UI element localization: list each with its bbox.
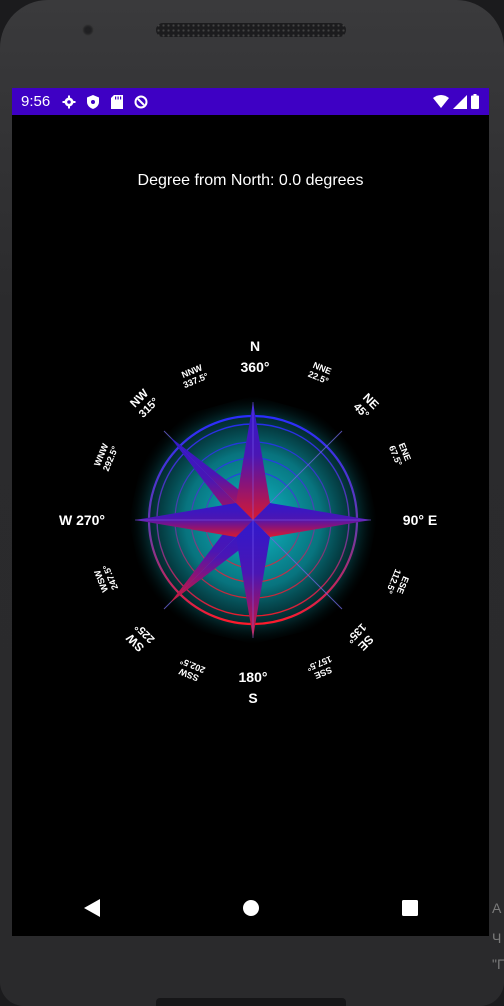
label-n-deg: 360°: [241, 359, 270, 375]
gear-icon: [62, 95, 76, 109]
side-text-3: "Г: [492, 956, 504, 972]
screen: 9:56 Degree from North: 0.0 degrees N 36…: [12, 88, 489, 936]
compass-dial: N 360° 180° S 90° E W 270° NE 45° NW 315…: [59, 338, 437, 706]
home-button[interactable]: [227, 884, 275, 932]
heading-degree-text: Degree from North: 0.0 degrees: [137, 172, 364, 189]
side-text-2: Ч: [492, 930, 502, 946]
signal-icon: [453, 94, 467, 113]
battery-icon: [471, 94, 479, 113]
back-button[interactable]: [68, 884, 116, 932]
label-s: S: [248, 690, 257, 706]
earpiece-speaker: [156, 23, 346, 37]
sync-icon: [134, 95, 148, 109]
back-icon: [83, 899, 100, 917]
status-time: 9:56: [21, 93, 51, 110]
label-w: W 270°: [59, 512, 105, 528]
wifi-icon: [433, 94, 449, 113]
front-camera: [82, 24, 94, 36]
sd-card-icon: [110, 94, 124, 109]
status-bar: 9:56: [12, 88, 489, 115]
phone-bottom-edge: [156, 998, 346, 1006]
recents-icon: [401, 900, 418, 916]
shield-icon: [86, 94, 100, 109]
navigation-bar: [12, 880, 489, 936]
label-e: 90° E: [403, 512, 437, 528]
status-right-group: [433, 94, 479, 113]
recents-button[interactable]: [386, 884, 434, 932]
side-text-1: A: [492, 900, 502, 916]
label-s-deg: 180°: [239, 669, 268, 685]
phone-frame: 9:56 Degree from North: 0.0 degrees N 36…: [0, 0, 504, 1006]
home-icon: [242, 900, 259, 916]
label-n: N: [250, 338, 260, 354]
